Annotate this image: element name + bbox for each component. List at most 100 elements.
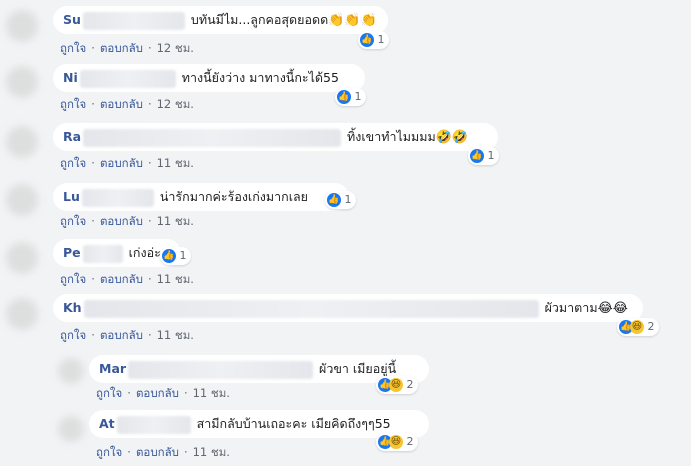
separator: · (91, 214, 95, 228)
avatar[interactable] (6, 298, 38, 330)
reply-link[interactable]: ตอบกลับ (136, 386, 179, 400)
reaction-count-number: 1 (344, 193, 352, 206)
like-link[interactable]: ถูกใจ (60, 41, 86, 55)
commenter-name[interactable]: Pe (63, 245, 81, 260)
avatar[interactable] (6, 66, 38, 98)
reaction-count[interactable]: 👍😆 2 (376, 433, 418, 451)
commenter-name[interactable]: Ra (63, 129, 81, 144)
reply-link[interactable]: ตอบกลับ (100, 272, 143, 286)
commenter-name[interactable]: Lu (63, 189, 80, 204)
timestamp[interactable]: 11 ชม. (193, 445, 230, 459)
rofl-emoji: 🤣🤣 (435, 130, 469, 145)
avatar[interactable] (58, 416, 84, 442)
separator: · (91, 41, 95, 55)
reply-link[interactable]: ตอบกลับ (136, 445, 179, 459)
avatar[interactable] (6, 10, 38, 42)
separator: · (147, 41, 152, 55)
reply-link[interactable]: ตอบกลับ (100, 41, 143, 55)
separator: · (127, 445, 131, 459)
comment: Ra ทิ้งเขาทำไมมมม🤣🤣 👍 1 ถูกใจ · ตอบกลับ · 11… (0, 118, 691, 176)
reaction-count[interactable]: 👍 1 (335, 88, 366, 106)
redacted-name (82, 244, 123, 263)
comment-actions: ถูกใจ · ตอบกลับ · 11 ชม. (60, 213, 194, 231)
separator: · (183, 386, 188, 400)
like-link[interactable]: ถูกใจ (60, 156, 86, 170)
timestamp[interactable]: 11 ชม. (193, 386, 230, 400)
reply-link[interactable]: ตอบกลับ (100, 156, 143, 170)
redacted-name (128, 360, 314, 379)
like-reaction-icon: 👍 (337, 90, 351, 104)
timestamp[interactable]: 11 ชม. (157, 272, 194, 286)
reaction-count[interactable]: 👍 1 (160, 247, 191, 265)
comment-bubble: At สามีกลับบ้านเถอะคะ เมียคิดถึงๆๆ55 (89, 410, 429, 438)
comment-text: น่ารักมากค่ะร้องเก่งมากเลย (159, 189, 308, 204)
reaction-count[interactable]: 👍 1 (468, 147, 499, 165)
comment-text: ทางนี้ยังว่าง มาทางนี้กะได้55 (181, 70, 339, 85)
timestamp[interactable]: 12 ชม. (157, 41, 194, 55)
like-link[interactable]: ถูกใจ (96, 445, 122, 459)
redacted-name (79, 69, 176, 88)
commenter-name[interactable]: Mar (99, 361, 126, 376)
clap-emoji: 👏👏👏 (328, 13, 377, 28)
comment-text: ทิ้งเขาทำไมมมม (347, 129, 436, 144)
like-link[interactable]: ถูกใจ (60, 97, 86, 111)
comment-text: เก่งอ่ะ (128, 245, 161, 260)
timestamp[interactable]: 11 ชม. (157, 156, 194, 170)
reaction-count[interactable]: 👍 1 (325, 191, 356, 209)
separator: · (127, 386, 131, 400)
timestamp[interactable]: 12 ชม. (157, 97, 194, 111)
haha-reaction-icon: 😆 (389, 378, 403, 392)
reply-link[interactable]: ตอบกลับ (100, 214, 143, 228)
avatar[interactable] (6, 184, 38, 216)
separator: · (91, 156, 95, 170)
reaction-count[interactable]: 👍😆 2 (617, 318, 659, 336)
comment-text: ผัวขา เมียอยู่นี้ (319, 361, 397, 376)
comment-actions: ถูกใจ · ตอบกลับ · 11 ชม. (60, 271, 194, 289)
separator: · (147, 156, 152, 170)
comment: Kh ผัวมาตาม😂😂 👍😆 2 ถูกใจ · ตอบกลับ · 11 ชม. (0, 292, 691, 350)
comment-text: บทันมีไม...ลูกคอสุดยอดด (190, 12, 329, 27)
comment-bubble: Su บทันมีไม...ลูกคอสุดยอดด👏👏👏 (53, 6, 388, 34)
comment: Pe เก่งอ่ะ 👍 1 ถูกใจ · ตอบกลับ · 11 ชม. (0, 234, 691, 292)
separator: · (147, 272, 152, 286)
comment-text: สามีกลับบ้านเถอะคะ เมียคิดถึงๆๆ55 (196, 416, 391, 431)
reply-comment: At สามีกลับบ้านเถอะคะ เมียคิดถึงๆๆ55 👍😆 … (0, 408, 691, 466)
reply-link[interactable]: ตอบกลับ (100, 328, 143, 342)
commenter-name[interactable]: Kh (63, 300, 82, 315)
like-link[interactable]: ถูกใจ (60, 272, 86, 286)
comment-actions: ถูกใจ · ตอบกลับ · 11 ชม. (60, 327, 194, 345)
avatar[interactable] (6, 126, 38, 158)
avatar[interactable] (6, 242, 38, 274)
separator: · (91, 97, 95, 111)
redacted-name (83, 299, 539, 318)
haha-reaction-icon: 😆 (389, 435, 403, 449)
redacted-name (116, 415, 191, 434)
reaction-count-number: 2 (406, 378, 414, 391)
separator: · (183, 445, 188, 459)
reaction-count[interactable]: 👍😆 2 (376, 376, 418, 394)
avatar[interactable] (58, 358, 84, 384)
like-reaction-icon: 👍 (360, 33, 374, 47)
comment-actions: ถูกใจ · ตอบกลับ · 11 ชม. (60, 155, 194, 173)
separator: · (147, 97, 152, 111)
timestamp[interactable]: 11 ชม. (157, 328, 194, 342)
like-link[interactable]: ถูกใจ (96, 386, 122, 400)
timestamp[interactable]: 11 ชม. (157, 214, 194, 228)
reaction-count-number: 1 (179, 249, 187, 262)
separator: · (147, 328, 152, 342)
reaction-count[interactable]: 👍 1 (358, 31, 389, 49)
like-reaction-icon: 👍 (327, 193, 341, 207)
like-link[interactable]: ถูกใจ (60, 328, 86, 342)
reply-link[interactable]: ตอบกลับ (100, 97, 143, 111)
comment: Su บทันมีไม...ลูกคอสุดยอดด👏👏👏 👍 1 ถูกใจ ·… (0, 0, 691, 58)
separator: · (91, 272, 95, 286)
commenter-name[interactable]: Su (63, 12, 81, 27)
joy-emoji: 😂😂 (597, 301, 628, 316)
commenter-name[interactable]: At (99, 416, 115, 431)
reaction-count-number: 1 (377, 33, 385, 46)
commenter-name[interactable]: Ni (63, 70, 78, 85)
like-link[interactable]: ถูกใจ (60, 214, 86, 228)
separator: · (147, 214, 152, 228)
comment-actions: ถูกใจ · ตอบกลับ · 11 ชม. (96, 385, 230, 403)
reply-comment: Mar ผัวขา เมียอยู่นี้ 👍😆 2 ถูกใจ · ตอบกลับ… (0, 350, 691, 408)
